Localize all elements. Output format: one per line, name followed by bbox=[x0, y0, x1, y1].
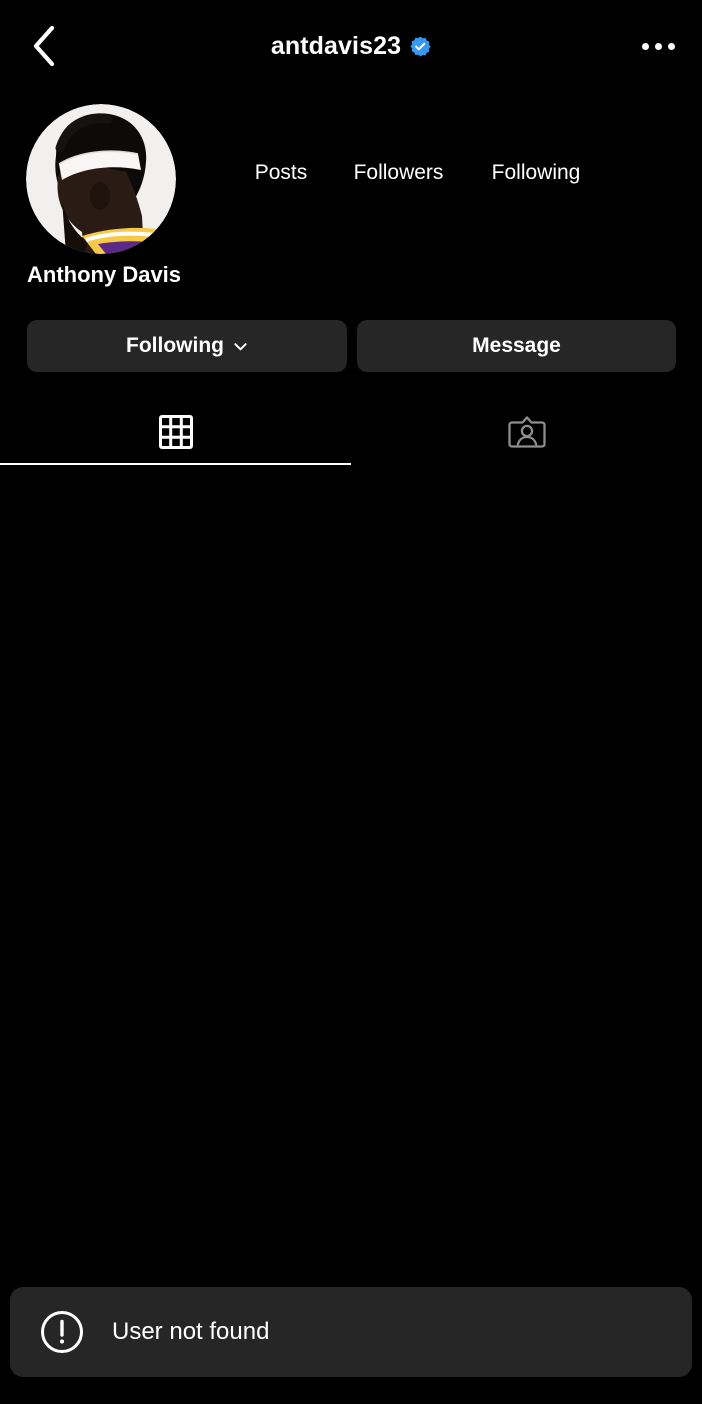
message-button-label: Message bbox=[472, 334, 561, 357]
instagram-profile-screen: antdavis23 Posts Followers Following Ant… bbox=[0, 0, 702, 1404]
profile-action-buttons: Following Message bbox=[27, 320, 676, 372]
chevron-left-icon bbox=[33, 25, 55, 67]
profile-stats: Posts Followers Following bbox=[231, 132, 606, 188]
grid-icon bbox=[158, 415, 193, 449]
more-dot bbox=[667, 42, 675, 50]
stat-followers-label: Followers bbox=[353, 161, 444, 184]
tab-grid[interactable] bbox=[0, 400, 351, 464]
verified-badge-icon bbox=[410, 36, 431, 56]
back-button[interactable] bbox=[22, 24, 66, 68]
profile-tabs bbox=[0, 400, 702, 464]
nav-title-group: antdavis23 bbox=[0, 0, 702, 92]
profile-header: Posts Followers Following bbox=[0, 104, 702, 254]
tab-tagged[interactable] bbox=[351, 400, 702, 464]
avatar[interactable] bbox=[26, 104, 176, 254]
more-options-button[interactable] bbox=[636, 24, 680, 68]
toast-notification[interactable]: User not found bbox=[10, 1287, 692, 1377]
more-dot bbox=[654, 42, 662, 50]
profile-avatar bbox=[26, 104, 176, 254]
top-navigation-bar: antdavis23 bbox=[0, 0, 702, 92]
chevron-down-icon bbox=[234, 342, 247, 350]
error-exclamation-icon bbox=[41, 1311, 83, 1353]
profile-username: antdavis23 bbox=[270, 31, 402, 60]
following-button[interactable]: Following bbox=[27, 320, 347, 372]
stat-posts[interactable]: Posts bbox=[231, 132, 331, 188]
active-tab-underline bbox=[0, 463, 351, 465]
stat-following-label: Following bbox=[491, 161, 581, 184]
toast-message: User not found bbox=[112, 1318, 270, 1345]
stat-followers[interactable]: Followers bbox=[331, 132, 466, 188]
more-dot bbox=[641, 42, 649, 50]
profile-content-empty bbox=[0, 466, 702, 1286]
message-button[interactable]: Message bbox=[357, 320, 676, 372]
tagged-person-icon bbox=[507, 416, 546, 448]
stat-posts-label: Posts bbox=[254, 161, 308, 184]
following-button-label: Following bbox=[126, 334, 224, 357]
stat-following[interactable]: Following bbox=[466, 132, 606, 188]
profile-full-name: Anthony Davis bbox=[27, 262, 182, 287]
